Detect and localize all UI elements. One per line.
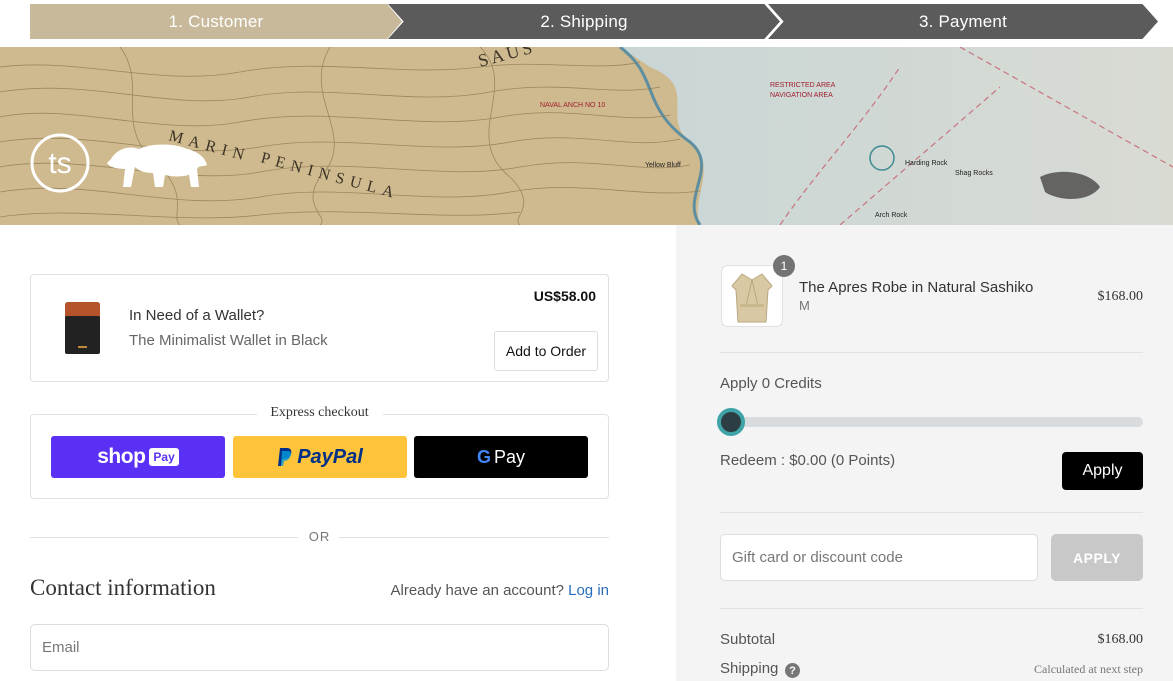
- summary-divider: [720, 608, 1143, 609]
- apply-credits-button[interactable]: Apply: [1062, 452, 1143, 490]
- google-pay-label: Pay: [493, 446, 526, 467]
- credits-label: Apply 0 Credits: [720, 375, 822, 392]
- account-prompt: Already have an account? Log in: [391, 582, 610, 599]
- credits-slider-thumb[interactable]: [717, 408, 745, 436]
- shop-pay-button[interactable]: shop Pay: [51, 436, 225, 478]
- express-checkout: Express checkout shop Pay PayPal G Pay: [30, 405, 609, 499]
- map-background: MARIN PENINSULA SAUS NAVAL ANCH NO 10 RE…: [0, 47, 1173, 225]
- svg-text:RESTRICTED AREA: RESTRICTED AREA: [770, 82, 836, 89]
- divider-line-left: [30, 537, 298, 538]
- step-payment-label: 3. Payment: [919, 11, 1007, 31]
- paypal-icon: [278, 448, 292, 466]
- checkout-steps: 1. Customer 2. Shipping 3. Payment: [0, 0, 1173, 47]
- shop-pay-wordmark: shop: [97, 445, 146, 468]
- paypal-wordmark: PayPal: [297, 445, 363, 468]
- svg-text:Shag Rocks: Shag Rocks: [955, 170, 993, 177]
- upsell-price: US$58.00: [533, 288, 596, 304]
- divider-line-right: [339, 537, 609, 538]
- step-shipping-label: 2. Shipping: [540, 11, 628, 31]
- paypal-button[interactable]: PayPal: [233, 436, 407, 478]
- svg-text:Yellow Bluff: Yellow Bluff: [645, 162, 681, 169]
- product-thumbnail: [721, 265, 783, 327]
- upsell-title: In Need of a Wallet?: [129, 307, 265, 324]
- express-checkout-label: Express checkout: [256, 405, 383, 421]
- google-g-icon: G: [476, 446, 491, 467]
- bear-logo-icon: [107, 144, 207, 187]
- shipping-value: Calculated at next step: [1034, 662, 1143, 676]
- map-banner: MARIN PENINSULA SAUS NAVAL ANCH NO 10 RE…: [0, 47, 1173, 225]
- upsell-product-name: The Minimalist Wallet in Black: [129, 332, 328, 349]
- step-customer-label: 1. Customer: [168, 11, 264, 31]
- upsell-card: In Need of a Wallet? The Minimalist Wall…: [30, 274, 609, 382]
- credits-slider-track[interactable]: [720, 417, 1143, 427]
- redeem-text: Redeem : $0.00 (0 Points): [720, 452, 896, 469]
- svg-text:Harding Rock: Harding Rock: [905, 160, 948, 167]
- contact-information-heading: Contact information: [30, 575, 216, 600]
- email-field[interactable]: [30, 624, 609, 671]
- subtotal-label: Subtotal: [720, 631, 776, 648]
- shop-pay-badge: Pay: [149, 448, 179, 466]
- google-pay-button[interactable]: G Pay: [414, 436, 588, 478]
- or-divider: OR: [30, 529, 609, 545]
- ts-logo-icon[interactable]: ts: [29, 132, 91, 194]
- ts-logo-text: ts: [48, 147, 71, 180]
- shipping-label: Shipping: [720, 660, 779, 677]
- discount-code-input[interactable]: [720, 534, 1038, 581]
- summary-divider: [720, 512, 1143, 513]
- summary-divider: [720, 352, 1143, 353]
- apply-discount-button[interactable]: APPLY: [1051, 534, 1143, 581]
- subtotal-value: $168.00: [1097, 632, 1144, 647]
- product-price: $168.00: [1097, 289, 1144, 304]
- order-summary: 1 The Apres Robe in Natural Sashiko M $1…: [676, 225, 1173, 681]
- step-shipping[interactable]: 2. Shipping: [388, 4, 780, 39]
- svg-text:Arch Rock: Arch Rock: [875, 212, 908, 219]
- help-icon[interactable]: ?: [785, 663, 800, 678]
- quantity-badge: 1: [773, 255, 795, 277]
- login-link[interactable]: Log in: [568, 582, 609, 599]
- step-customer[interactable]: 1. Customer: [30, 4, 402, 39]
- svg-text:NAVIGATION AREA: NAVIGATION AREA: [770, 92, 833, 99]
- product-variant: M: [799, 298, 810, 313]
- account-prompt-text: Already have an account?: [390, 582, 564, 599]
- svg-text:NAVAL ANCH NO 10: NAVAL ANCH NO 10: [540, 102, 605, 109]
- wallet-product-image: [65, 302, 100, 354]
- product-name: The Apres Robe in Natural Sashiko: [799, 279, 1034, 296]
- step-payment[interactable]: 3. Payment: [768, 4, 1158, 39]
- or-text: OR: [308, 529, 331, 544]
- robe-image: [731, 273, 773, 323]
- add-to-order-button[interactable]: Add to Order: [494, 331, 598, 371]
